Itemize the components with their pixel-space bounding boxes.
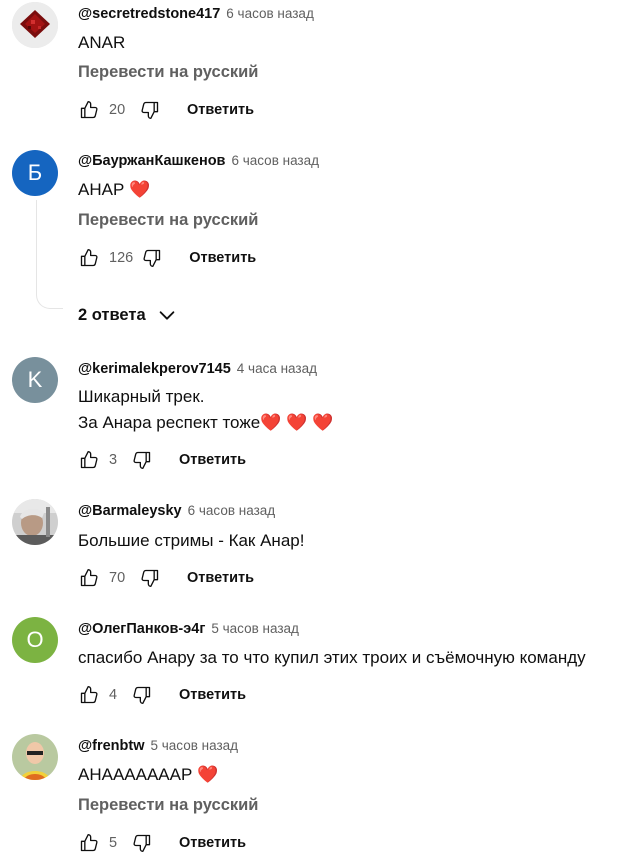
reply-button[interactable]: Ответить bbox=[179, 452, 246, 468]
comment-meta: @Barmaleysky 6 часов назад bbox=[78, 502, 275, 520]
comment-text: спасибо Анару за то что купил этих троих… bbox=[78, 645, 586, 671]
comment-actions: 4 Ответить bbox=[78, 683, 246, 707]
comment-text: ANAR bbox=[78, 30, 125, 56]
dislike-icon[interactable] bbox=[139, 99, 161, 121]
comment-meta: @БауржанКашкенов 6 часов назад bbox=[78, 152, 319, 170]
translate-link[interactable]: Перевести на русский bbox=[78, 211, 258, 230]
like-icon[interactable] bbox=[78, 99, 100, 121]
avatar-letter: Б bbox=[27, 160, 43, 185]
like-icon[interactable] bbox=[78, 567, 100, 589]
cartoon-avatar-image bbox=[12, 734, 58, 780]
comment-line: За Анара респект тоже bbox=[78, 413, 261, 432]
dislike-icon[interactable] bbox=[141, 247, 163, 269]
author-name[interactable]: @kerimalekperov7145 bbox=[78, 361, 231, 377]
comment-text: АНААААААAР ❤️ bbox=[78, 762, 218, 788]
replies-count-label: 2 ответа bbox=[78, 305, 146, 324]
reply-button[interactable]: Ответить bbox=[189, 250, 256, 266]
comment-meta: @ОлегПанков-э4г 5 часов назад bbox=[78, 620, 299, 638]
author-name[interactable]: @БауржанКашкенов bbox=[78, 153, 225, 169]
comment-time[interactable]: 5 часов назад bbox=[151, 738, 239, 753]
avatar[interactable] bbox=[12, 499, 58, 545]
comment-actions: 70 Ответить bbox=[78, 566, 254, 590]
like-icon[interactable] bbox=[78, 832, 100, 854]
heart-emoji: ❤️ bbox=[129, 180, 151, 199]
comment-meta: @frenbtw 5 часов назад bbox=[78, 737, 238, 755]
like-icon[interactable] bbox=[78, 449, 100, 471]
heart-emoji: ❤️ bbox=[197, 765, 219, 784]
comment-line: Большие стримы - Как Анар! bbox=[78, 531, 305, 550]
translate-link[interactable]: Перевести на русский bbox=[78, 796, 258, 815]
comment-line: Шикарный трек. bbox=[78, 387, 205, 406]
redstone-avatar-image bbox=[12, 2, 58, 48]
author-name[interactable]: @frenbtw bbox=[78, 738, 145, 754]
dislike-icon[interactable] bbox=[139, 567, 161, 589]
like-count: 4 bbox=[109, 687, 118, 703]
avatar[interactable] bbox=[12, 734, 58, 780]
comment-meta: @kerimalekperov7145 4 часа назад bbox=[78, 360, 317, 378]
like-count: 3 bbox=[109, 452, 118, 468]
like-count: 126 bbox=[109, 250, 134, 266]
avatar[interactable]: K bbox=[12, 357, 58, 403]
avatar[interactable] bbox=[12, 2, 58, 48]
author-name[interactable]: @Barmaleysky bbox=[78, 503, 182, 519]
avatar[interactable]: Б bbox=[12, 150, 58, 196]
reply-button[interactable]: Ответить bbox=[187, 102, 254, 118]
heart-emoji: ❤️ bbox=[286, 413, 308, 432]
dislike-icon[interactable] bbox=[131, 832, 153, 854]
comment-time[interactable]: 6 часов назад bbox=[188, 503, 276, 518]
like-count: 20 bbox=[109, 102, 126, 118]
heart-emoji: ❤️ bbox=[260, 413, 282, 432]
like-icon[interactable] bbox=[78, 247, 100, 269]
comment-actions: 126 Ответить bbox=[78, 246, 256, 270]
comment-actions: 20 Ответить bbox=[78, 98, 254, 122]
heart-emoji: ❤️ bbox=[311, 413, 334, 432]
comment-text: Большие стримы - Как Анар! bbox=[78, 528, 304, 554]
show-replies-button[interactable]: 2 ответа bbox=[78, 304, 178, 326]
dislike-icon[interactable] bbox=[131, 684, 153, 706]
dislike-icon[interactable] bbox=[131, 449, 153, 471]
comment-actions: 3 Ответить bbox=[78, 448, 246, 472]
comment-time[interactable]: 4 часа назад bbox=[237, 361, 317, 376]
comment-line: спасибо Анару за то что купил этих троих… bbox=[78, 648, 586, 667]
reply-button[interactable]: Ответить bbox=[187, 570, 254, 586]
like-count: 70 bbox=[109, 570, 126, 586]
comment-time[interactable]: 6 часов назад bbox=[226, 6, 314, 21]
avatar-letter: О bbox=[26, 627, 44, 652]
comment-text: Шикарный трек. За Анара респект тоже❤️ ❤… bbox=[78, 384, 333, 436]
like-icon[interactable] bbox=[78, 684, 100, 706]
reply-button[interactable]: Ответить bbox=[179, 687, 246, 703]
comment-line: ANAR bbox=[78, 33, 126, 52]
avatar-letter: K bbox=[27, 367, 43, 392]
translate-link[interactable]: Перевести на русский bbox=[78, 63, 258, 82]
avatar[interactable]: О bbox=[12, 617, 58, 663]
thread-connector-line bbox=[36, 200, 63, 309]
comment-line: АНАР bbox=[78, 180, 125, 199]
chevron-down-icon bbox=[159, 311, 174, 320]
comment-time[interactable]: 6 часов назад bbox=[231, 153, 319, 168]
user-photo-avatar-image bbox=[12, 499, 58, 545]
comment-meta: @secretredstone417 6 часов назад bbox=[78, 5, 314, 23]
comment-text: АНАР ❤️ bbox=[78, 177, 150, 203]
comment-line: АНААААААAР bbox=[78, 765, 193, 784]
author-name[interactable]: @secretredstone417 bbox=[78, 6, 220, 22]
author-name[interactable]: @ОлегПанков-э4г bbox=[78, 621, 205, 637]
comment-time[interactable]: 5 часов назад bbox=[211, 621, 299, 636]
comment-actions: 5 Ответить bbox=[78, 831, 246, 855]
